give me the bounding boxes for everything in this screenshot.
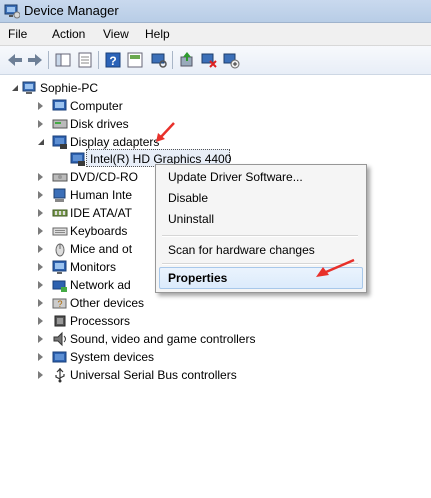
tree-item-label: Other devices: [70, 296, 145, 310]
tree-item-label: Network ad: [70, 278, 131, 292]
toolbar: ?: [0, 46, 431, 75]
forward-icon[interactable]: [26, 51, 44, 69]
update-driver-icon[interactable]: [178, 51, 196, 69]
menu-help[interactable]: Help: [145, 27, 170, 41]
network-adapter-icon: [52, 280, 67, 292]
menu-action[interactable]: Action: [52, 27, 85, 41]
collapse-arrow-icon[interactable]: [38, 281, 43, 289]
tree-item-label: Disk drives: [70, 117, 129, 131]
device-manager-icon: [4, 4, 20, 19]
collapse-arrow-icon[interactable]: [38, 120, 43, 128]
show-hide-console-tree-icon[interactable]: [54, 51, 72, 69]
scan-hardware-icon[interactable]: [150, 51, 168, 69]
svg-text:?: ?: [109, 54, 116, 68]
tree-item-label: Sound, video and game controllers: [70, 332, 256, 346]
annotation-arrow-icon: [156, 122, 175, 142]
menu-update-driver[interactable]: Update Driver Software...: [168, 170, 303, 184]
tree-item-label: Processors: [70, 314, 131, 328]
view-resources-icon[interactable]: [126, 51, 144, 69]
collapse-arrow-icon[interactable]: [38, 299, 43, 307]
collapse-arrow-icon[interactable]: [38, 173, 43, 181]
collapse-arrow-icon[interactable]: [38, 191, 43, 199]
toolbar-separator: [98, 51, 99, 69]
collapse-arrow-icon[interactable]: [38, 317, 43, 325]
tree-item-label: DVD/CD-RO: [70, 170, 138, 184]
disable-device-icon[interactable]: [200, 51, 218, 69]
uninstall-device-icon[interactable]: [222, 51, 240, 69]
collapse-arrow-icon[interactable]: [38, 227, 43, 235]
tree-item-label: Human Inte: [70, 188, 133, 202]
keyboard-icon: [52, 227, 68, 236]
annotation-arrow-icon: [316, 258, 355, 277]
back-icon[interactable]: [6, 51, 24, 69]
tree-root-label: Sophie-PC: [40, 81, 99, 95]
expand-arrow-icon[interactable]: [12, 85, 18, 91]
toolbar-separator: [48, 51, 49, 69]
menu-file[interactable]: File: [8, 27, 27, 41]
dvd-drive-icon: [52, 173, 68, 182]
expand-arrow-icon[interactable]: [38, 139, 44, 145]
disk-drive-icon: [52, 119, 68, 129]
tree-item-label: IDE ATA/AT: [70, 206, 133, 220]
computer-icon: [22, 81, 36, 94]
collapse-arrow-icon[interactable]: [38, 353, 43, 361]
collapse-arrow-icon[interactable]: [38, 102, 43, 110]
tree-item-label: System devices: [70, 350, 155, 364]
system-device-icon: [52, 351, 67, 363]
collapse-arrow-icon[interactable]: [38, 245, 43, 253]
monitor-icon: [52, 260, 67, 274]
display-adapter-icon: [70, 152, 85, 166]
menu-scan-hardware[interactable]: Scan for hardware changes: [168, 243, 315, 257]
collapse-arrow-icon[interactable]: [38, 263, 43, 271]
tree-item-label: Computer: [70, 99, 123, 113]
mouse-icon: [55, 243, 65, 257]
collapse-arrow-icon[interactable]: [38, 209, 43, 217]
collapse-arrow-icon[interactable]: [38, 335, 43, 343]
usb-icon: [55, 368, 65, 383]
tree-item-label: Mice and ot: [70, 242, 133, 256]
collapse-arrow-icon[interactable]: [38, 371, 43, 379]
menu-view[interactable]: View: [103, 27, 129, 41]
help-icon[interactable]: ?: [104, 51, 122, 69]
computer-icon: [52, 99, 67, 111]
toolbar-separator: [172, 51, 173, 69]
speaker-icon: [53, 331, 66, 347]
menu-properties[interactable]: Properties: [168, 271, 227, 285]
window-title: Device Manager: [24, 3, 119, 18]
menu-uninstall[interactable]: Uninstall: [168, 212, 214, 226]
properties-icon[interactable]: [76, 51, 94, 69]
ide-controller-icon: [52, 209, 68, 217]
svg-text:?: ?: [57, 299, 62, 309]
display-adapter-icon: [52, 135, 67, 149]
menu-disable[interactable]: Disable: [168, 191, 208, 205]
title-bar: Device Manager: [0, 0, 431, 23]
unknown-device-icon: ?: [52, 298, 67, 309]
processor-icon: [54, 315, 66, 327]
menu-bar: File Action View Help: [0, 23, 431, 46]
hid-icon: [53, 188, 66, 202]
tree-item-label: Monitors: [70, 260, 117, 274]
tree-item-label: Universal Serial Bus controllers: [70, 368, 237, 382]
menu-separator: [162, 235, 358, 237]
tree-item-label: Keyboards: [70, 224, 128, 238]
